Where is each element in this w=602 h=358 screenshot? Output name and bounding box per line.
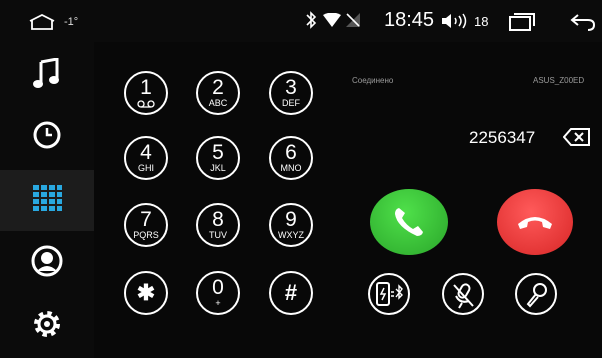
key-letters: PQRS: [133, 230, 159, 240]
dial-key-3[interactable]: 3 DEF: [269, 71, 313, 115]
sidebar-item-settings[interactable]: [0, 296, 94, 357]
key-digit: 8: [212, 208, 224, 231]
dial-key-6[interactable]: 6 MNO: [269, 136, 313, 180]
music-note-icon: [33, 57, 61, 93]
sidebar: [0, 42, 94, 358]
phone-bluetooth-icon: [376, 282, 403, 306]
key-digit: 5: [212, 141, 224, 164]
bluetooth-icon: [305, 10, 317, 35]
no-signal-icon: [345, 12, 361, 33]
key-digit: 7: [140, 208, 152, 231]
microphone-off-icon: [453, 283, 474, 309]
contact-icon: [31, 245, 63, 282]
key-letters: +: [215, 298, 221, 308]
key-letters: WXYZ: [278, 230, 304, 240]
key-digit: 6: [285, 141, 297, 164]
key-digit: #: [284, 280, 298, 305]
call-button[interactable]: [370, 189, 448, 255]
phone-icon: [395, 208, 423, 236]
handset-mode-button[interactable]: [515, 273, 557, 315]
key-digit: 4: [140, 141, 152, 164]
sidebar-item-recents[interactable]: [0, 107, 94, 168]
dial-key-9[interactable]: 9 WXYZ: [269, 203, 313, 247]
dial-key-star[interactable]: ✱: [124, 271, 168, 315]
temperature: -1°: [64, 16, 79, 28]
key-letters: JKL: [210, 163, 226, 173]
dial-key-4[interactable]: 4 GHI: [124, 136, 168, 180]
key-letters: ABC: [208, 98, 228, 108]
backspace-icon[interactable]: [562, 127, 591, 152]
dial-key-7[interactable]: 7 PQRS: [124, 203, 168, 247]
key-digit: ✱: [136, 280, 156, 305]
key-digit: 1: [140, 76, 152, 99]
key-letters: MNO: [280, 163, 302, 173]
recent-apps-icon[interactable]: [509, 13, 535, 36]
end-call-button[interactable]: [497, 189, 573, 255]
wifi-icon: [323, 12, 341, 32]
dial-key-5[interactable]: 5 JKL: [196, 136, 240, 180]
dialpad-grid-icon: [32, 184, 62, 217]
gear-icon: [32, 309, 62, 344]
key-digit: 9: [285, 208, 297, 231]
key-digit: 3: [285, 76, 297, 99]
voicemail-icon: [137, 100, 155, 108]
key-letters: GHI: [137, 163, 154, 173]
mute-microphone-button[interactable]: [442, 273, 484, 315]
bluetooth-device-name: ASUS_Z00ED: [533, 76, 585, 85]
key-letters: TUV: [209, 230, 227, 240]
key-digit: 0: [212, 276, 224, 299]
clock-icon: [32, 120, 62, 155]
transfer-to-phone-button[interactable]: [368, 273, 410, 315]
hang-up-icon: [518, 217, 552, 229]
dial-key-0[interactable]: 0 +: [196, 271, 240, 315]
back-icon[interactable]: [570, 12, 596, 37]
dial-key-8[interactable]: 8 TUV: [196, 203, 240, 247]
connection-status: Соединено: [352, 76, 394, 85]
dialed-number: 2256347: [469, 128, 536, 147]
volume-icon[interactable]: [439, 13, 469, 34]
sidebar-item-dialpad[interactable]: [0, 170, 94, 231]
volume-level: 18: [474, 14, 489, 29]
dial-key-2[interactable]: 2 ABC: [196, 71, 240, 115]
dial-key-hash[interactable]: #: [269, 271, 313, 315]
handset-icon: [526, 283, 547, 308]
status-bar: -1° 18:45 18: [0, 0, 602, 42]
sidebar-item-contacts[interactable]: [0, 233, 94, 294]
key-letters: DEF: [282, 98, 300, 108]
key-digit: 2: [212, 76, 224, 99]
sidebar-item-music[interactable]: [0, 45, 94, 106]
dial-key-1[interactable]: 1: [124, 71, 168, 115]
clock-time: 18:45: [384, 9, 435, 31]
home-icon[interactable]: [28, 13, 56, 35]
